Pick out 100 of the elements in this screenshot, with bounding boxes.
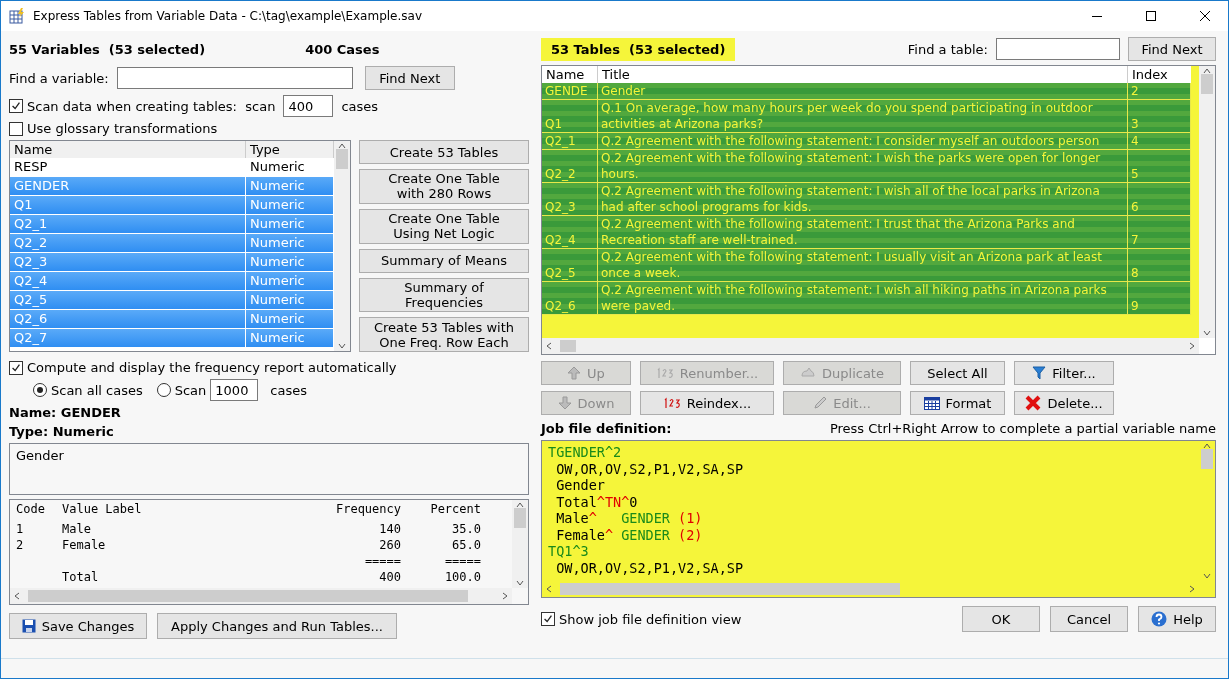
chevron-up-icon[interactable] xyxy=(1203,443,1211,449)
close-icon xyxy=(1200,11,1210,21)
maximize-icon xyxy=(1146,11,1156,21)
toolbar-button[interactable]: Delete... xyxy=(1014,391,1114,415)
apply-and-run-button[interactable]: Apply Changes and Run Tables... xyxy=(157,613,397,639)
action-button[interactable]: Create One Table with 280 Rows xyxy=(359,169,529,204)
chevron-up-icon[interactable] xyxy=(1203,68,1211,74)
table-title: Q.2 Agreement with the following statement: I wish all hiking paths in Arizona parks were paved. xyxy=(598,282,1128,315)
variable-name: Q2_1 xyxy=(10,215,246,234)
variable-type-line: Type: Numeric xyxy=(9,424,115,439)
help-button[interactable]: Help xyxy=(1138,606,1216,632)
chevron-down-icon[interactable] xyxy=(516,580,524,586)
scan-count-field[interactable]: 400 xyxy=(283,95,334,117)
chevron-down-icon[interactable] xyxy=(338,343,346,349)
frequency-cell-text: ===== xyxy=(443,554,482,570)
radio-button[interactable] xyxy=(33,383,47,397)
action-button[interactable]: Create One Table Using Net Logic xyxy=(359,208,529,244)
checkbox[interactable] xyxy=(541,612,555,626)
action-button[interactable]: Create 53 Tables with One Freq. Row Each xyxy=(359,317,529,352)
variable-type: Numeric xyxy=(246,253,334,272)
variable-name: Q2_3 xyxy=(10,253,246,272)
checkbox[interactable] xyxy=(9,121,23,136)
cases-label: cases xyxy=(270,382,307,398)
variable-type: Numeric xyxy=(246,177,334,196)
chevron-down-icon[interactable] xyxy=(1203,330,1211,336)
chevron-down-icon[interactable] xyxy=(1203,573,1211,579)
down-arrow-icon xyxy=(557,396,572,410)
action-button[interactable]: Summary of Frequencies xyxy=(359,277,529,313)
find-variable-field[interactable] xyxy=(116,67,353,89)
radio-button[interactable] xyxy=(156,383,171,397)
scan-mode-label: Scan all cases xyxy=(51,382,143,398)
chevron-right-icon[interactable] xyxy=(1189,342,1195,350)
frequency-cell-text: 65.0 xyxy=(451,538,482,554)
code-line: TQ1^3 xyxy=(548,543,590,560)
vertical-scrollbar[interactable] xyxy=(1199,66,1215,338)
checkbox[interactable] xyxy=(9,360,23,375)
frequency-cell-text: Male xyxy=(62,522,92,538)
toolbar-button[interactable]: Format xyxy=(910,391,1005,415)
job-file-editor[interactable]: TGENDER^2 OW,OR,OV,S2,P1,V2,SA,SP Gender Total^TN^0 Male^ GENDER (1) Female^ GENDER (2) TQ1^3 OW,OR,OV,S2,P1,V2,SA,SP xyxy=(541,440,1216,598)
code-line: OW,OR,OV,S2,P1,V2,SA,SP xyxy=(555,559,745,576)
table-index: 9 xyxy=(1128,282,1191,315)
cancel-button[interactable]: Cancel xyxy=(1050,606,1128,632)
variable-name: Q2_2 xyxy=(10,234,246,253)
frequency-cell-text: Total xyxy=(62,570,100,586)
variable-name: Q2_6 xyxy=(10,310,246,329)
find-next-button[interactable]: Find Next xyxy=(364,66,455,90)
scrollbar-thumb[interactable] xyxy=(336,149,348,169)
variable-type: Numeric xyxy=(246,215,334,234)
numbers-icon xyxy=(655,367,674,379)
horizontal-scrollbar[interactable] xyxy=(542,338,1199,354)
toolbar-button[interactable]: Reindex... xyxy=(640,391,774,415)
action-button[interactable]: Summary of Means xyxy=(359,248,529,273)
chevron-left-icon[interactable] xyxy=(14,592,20,600)
vertical-scrollbar[interactable] xyxy=(512,500,528,588)
frequency-cell-text: 100.0 xyxy=(443,570,482,586)
glossary-option-label: Use glossary transformations xyxy=(27,121,218,136)
column-header[interactable]: Name xyxy=(10,141,246,158)
variable-label-field[interactable]: Gender xyxy=(9,443,529,495)
code-line: Female^ GENDER (2) xyxy=(555,526,704,543)
variables-heading: 55 Variables (53 selected) xyxy=(9,41,206,57)
scrollbar-thumb[interactable] xyxy=(28,590,468,602)
save-changes-button[interactable]: Save Changes xyxy=(9,613,147,639)
cases-label: cases xyxy=(341,98,379,114)
help-icon xyxy=(1151,611,1168,627)
toolbar-button[interactable]: Select All xyxy=(910,361,1005,385)
chevron-up-icon[interactable] xyxy=(516,502,524,508)
cases-count: 400 Cases xyxy=(305,41,380,57)
find-variable-label: Find a variable: xyxy=(9,70,109,86)
scrollbar-thumb[interactable] xyxy=(1201,74,1213,94)
column-header[interactable]: Index xyxy=(1128,66,1191,83)
chevron-left-icon[interactable] xyxy=(546,585,552,593)
chevron-up-icon[interactable] xyxy=(338,143,346,149)
code-line: Total^TN^0 xyxy=(555,493,639,510)
chevron-right-icon[interactable] xyxy=(1189,585,1195,593)
window-title: Express Tables from Variable Data - C:\tag\example\Example.sav xyxy=(33,9,423,23)
ok-button[interactable]: OK xyxy=(962,606,1040,632)
chevron-right-icon[interactable] xyxy=(502,592,508,600)
variable-name: Q1 xyxy=(10,196,246,215)
scrollbar-thumb[interactable] xyxy=(514,508,526,528)
scan-count-field[interactable]: 1000 xyxy=(210,379,259,401)
find-table-field[interactable] xyxy=(996,38,1120,60)
variable-type: Numeric xyxy=(246,196,334,215)
checkbox[interactable] xyxy=(9,99,23,113)
frequency-cell-text: ===== xyxy=(363,554,402,570)
scrollbar-thumb[interactable] xyxy=(1201,449,1213,469)
horizontal-scrollbar[interactable] xyxy=(10,588,512,604)
frequency-cell-text: 260 xyxy=(378,538,402,554)
vertical-scrollbar[interactable] xyxy=(334,141,350,351)
find-next-button[interactable]: Find Next xyxy=(1128,37,1216,61)
variable-name-line: Name: GENDER xyxy=(9,405,122,420)
delete-icon xyxy=(1025,395,1042,411)
action-button[interactable]: Create 53 Tables xyxy=(359,140,529,164)
toolbar-button[interactable]: Filter... xyxy=(1014,361,1114,385)
scrollbar-thumb[interactable] xyxy=(560,340,576,352)
chevron-left-icon[interactable] xyxy=(546,342,552,350)
frequency-cell-text: 2 xyxy=(16,538,25,554)
scrollbar-thumb[interactable] xyxy=(560,583,900,595)
save-icon xyxy=(21,619,36,633)
variable-type: Numeric xyxy=(246,329,334,348)
code-line: TGENDER^2 xyxy=(548,444,623,461)
